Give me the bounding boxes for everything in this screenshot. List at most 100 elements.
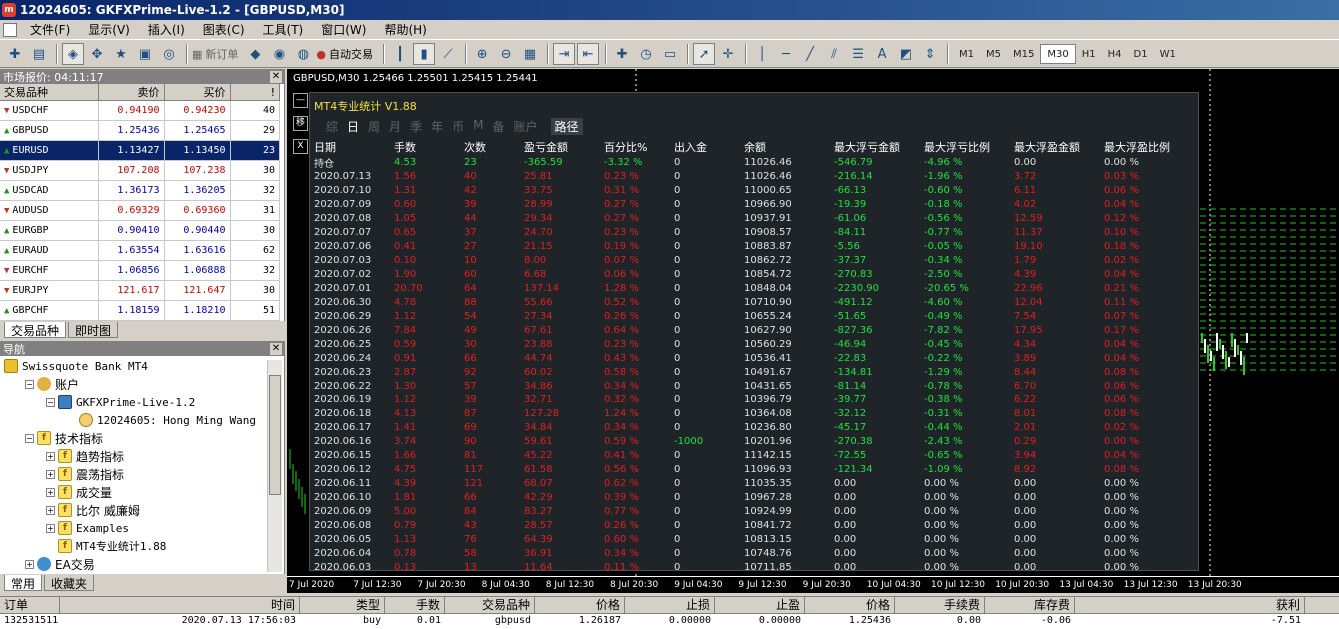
timeframe-m15[interactable]: M15 — [1007, 44, 1040, 64]
table-row[interactable]: ▲ EURUSD 1.13427 1.13450 23 — [0, 140, 280, 161]
line-chart-icon[interactable]: ⟋ — [437, 43, 459, 65]
zoom-in-icon[interactable]: ⊕ — [471, 43, 493, 65]
new-chart-icon[interactable]: ✚ — [4, 43, 26, 65]
menu-window[interactable]: 窗口(W) — [312, 21, 375, 38]
column-header-spread[interactable]: ! — [230, 84, 280, 101]
timeframe-w1[interactable]: W1 — [1154, 44, 1182, 64]
expand-icon[interactable]: + — [46, 523, 55, 533]
trendline-icon[interactable]: ╱ — [799, 43, 821, 65]
market-watch-icon[interactable]: ◈ — [62, 43, 84, 65]
tile-windows-icon[interactable]: ▦ — [519, 43, 541, 65]
stats-tab[interactable]: 账户 — [513, 118, 537, 135]
periods-icon[interactable]: ◷ — [635, 43, 657, 65]
menu-file[interactable]: 文件(F) — [21, 21, 79, 38]
terminal-column-header[interactable]: 止盈 — [715, 597, 805, 613]
document-icon[interactable] — [3, 22, 17, 37]
auto-scroll-icon[interactable]: ⇥ — [553, 43, 576, 65]
tab-tick-chart[interactable]: 即时图 — [68, 322, 119, 338]
collapse-icon[interactable]: − — [25, 379, 34, 389]
terminal-column-header[interactable]: 止损 — [625, 597, 715, 613]
navigator-item[interactable]: − GKFXPrime-Live-1.2 — [0, 393, 284, 411]
menu-charts[interactable]: 图表(C) — [194, 21, 254, 38]
terminal-column-header[interactable]: 类型 — [300, 597, 385, 613]
tab-favorites[interactable]: 收藏夹 — [44, 575, 95, 591]
menu-view[interactable]: 显示(V) — [79, 21, 139, 38]
stats-tab[interactable]: 综 — [326, 118, 338, 135]
table-row[interactable]: ▲ EURGBP 0.90410 0.90440 30 — [0, 220, 280, 241]
navigator-item[interactable]: + f 趋势指标 — [0, 447, 284, 465]
signals-icon[interactable]: ◉ — [268, 43, 290, 65]
menu-help[interactable]: 帮助(H) — [375, 21, 435, 38]
metaeditor-icon[interactable]: ◆ — [244, 43, 266, 65]
stats-tab[interactable]: 备 — [492, 118, 504, 135]
terminal-column-header[interactable]: 交易品种 — [445, 597, 535, 613]
timeframe-m30[interactable]: M30 — [1040, 44, 1076, 64]
terminal-column-header[interactable]: 价格 — [535, 597, 625, 613]
candlestick-icon[interactable]: ▮ — [413, 43, 436, 65]
terminal-icon[interactable]: ▣ — [134, 43, 156, 65]
stats-tab[interactable]: M — [473, 118, 483, 135]
tester-icon[interactable]: ◎ — [158, 43, 180, 65]
terminal-column-header[interactable]: 获利 — [1075, 597, 1305, 613]
timeframe-m1[interactable]: M1 — [953, 44, 980, 64]
stats-tab[interactable]: 年 — [431, 118, 443, 135]
label-icon[interactable]: ◩ — [895, 43, 917, 65]
table-row[interactable]: ▲ USDCAD 1.36173 1.36205 32 — [0, 180, 280, 201]
stats-tab[interactable]: 周 — [368, 118, 380, 135]
column-header-bid[interactable]: 卖价 — [98, 84, 165, 101]
terminal-column-header[interactable]: 库存费 — [985, 597, 1075, 613]
cursor-icon[interactable]: ➚ — [693, 43, 716, 65]
table-row[interactable]: ▼ EURCHF 1.06856 1.06888 32 — [0, 260, 280, 281]
menu-tools[interactable]: 工具(T) — [254, 21, 313, 38]
tab-symbols[interactable]: 交易品种 — [4, 322, 67, 338]
new-order-button[interactable]: ▦ 新订单 — [192, 46, 238, 62]
navigator-item[interactable]: Swissquote Bank MT4 — [0, 357, 284, 375]
table-row[interactable]: ▲ GBPCHF 1.18159 1.18210 51 — [0, 300, 280, 321]
fibonacci-icon[interactable]: ☰ — [847, 43, 869, 65]
profiles-icon[interactable]: ▤ — [28, 43, 50, 65]
table-row[interactable]: ▼ USDCHF 0.94190 0.94230 40 — [0, 100, 280, 121]
stats-tab[interactable]: 币 — [452, 118, 464, 135]
market-icon[interactable]: ◍ — [292, 43, 314, 65]
timeframe-h4[interactable]: H4 — [1102, 44, 1128, 64]
crosshair-nav-icon[interactable]: ✥ — [86, 43, 108, 65]
timeframe-m5[interactable]: M5 — [980, 44, 1007, 64]
stats-tab-path[interactable]: 路径 — [550, 118, 583, 135]
close-icon[interactable]: ✕ — [270, 342, 282, 355]
navigator-item[interactable]: − f 技术指标 — [0, 429, 284, 447]
expand-icon[interactable]: + — [25, 559, 34, 569]
close-icon[interactable]: ✕ — [270, 70, 282, 83]
column-header-ask[interactable]: 买价 — [164, 84, 231, 101]
chart-window[interactable]: GBPUSD,M30 1.25466 1.25501 1.25415 1.254… — [287, 69, 1339, 593]
table-row[interactable]: ▼ AUDUSD 0.69329 0.69360 31 — [0, 200, 280, 221]
navigator-item[interactable]: f MT4专业统计1.88 — [0, 537, 284, 555]
navigator-scrollbar[interactable] — [267, 360, 282, 572]
crosshair-icon[interactable]: ✛ — [717, 43, 739, 65]
bar-chart-icon[interactable]: ┃ — [389, 43, 411, 65]
timeframe-d1[interactable]: D1 — [1128, 44, 1154, 64]
menu-insert[interactable]: 插入(I) — [139, 21, 194, 38]
terminal-column-header[interactable]: 订单 — [0, 597, 60, 613]
minimize-button[interactable]: — — [293, 93, 308, 108]
terminal-column-header[interactable]: 手数 — [385, 597, 445, 613]
zoom-out-icon[interactable]: ⊖ — [495, 43, 517, 65]
navigator-item[interactable]: + EA交易 — [0, 555, 284, 573]
close-button[interactable]: X — [293, 139, 308, 154]
indicators-icon[interactable]: ✚ — [611, 43, 633, 65]
collapse-icon[interactable]: − — [46, 397, 55, 407]
column-header-symbol[interactable]: 交易品种 — [0, 84, 99, 101]
stats-tab[interactable]: 日 — [347, 118, 359, 135]
terminal-column-header[interactable]: 价格 — [805, 597, 895, 613]
horizontal-line-icon[interactable]: ─ — [775, 43, 797, 65]
timeframe-h1[interactable]: H1 — [1076, 44, 1102, 64]
table-row[interactable]: ▲ EURAUD 1.63554 1.63616 62 — [0, 240, 280, 261]
expand-icon[interactable]: + — [46, 451, 55, 461]
auto-trading-button[interactable]: ● 自动交易 — [316, 46, 373, 62]
navigator-item[interactable]: + f 震荡指标 — [0, 465, 284, 483]
stats-tab[interactable]: 季 — [410, 118, 422, 135]
table-row[interactable]: ▼ USDJPY 107.208 107.238 30 — [0, 160, 280, 181]
expand-icon[interactable]: + — [46, 505, 55, 515]
scrollbar-thumb[interactable] — [269, 375, 281, 495]
vertical-line-icon[interactable]: │ — [751, 43, 773, 65]
arrows-icon[interactable]: ⇕ — [919, 43, 941, 65]
